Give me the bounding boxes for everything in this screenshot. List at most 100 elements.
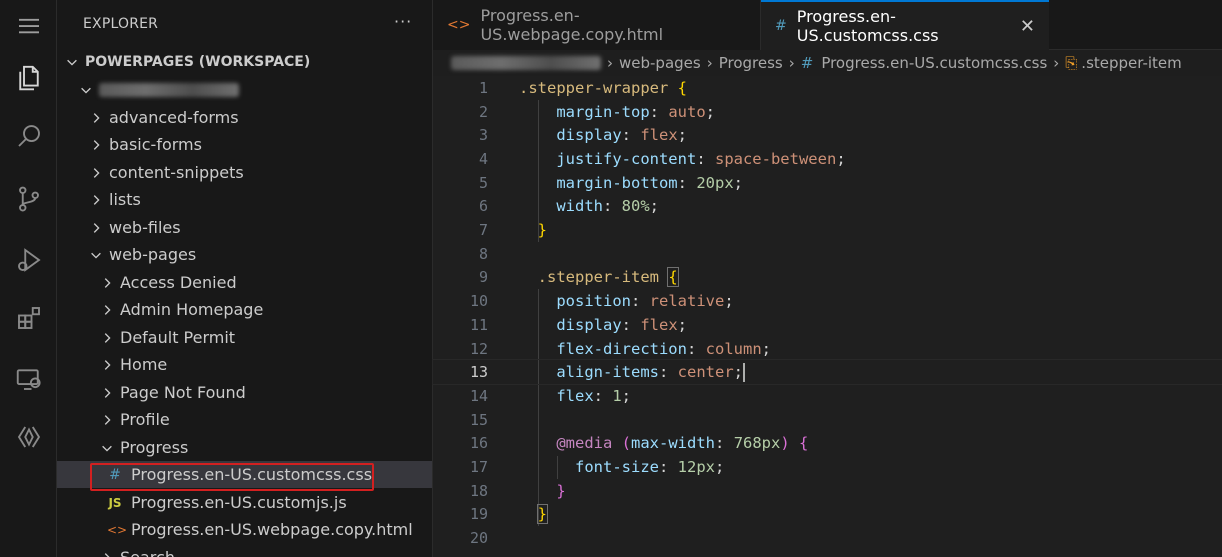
tree-folder[interactable]: Progress — [57, 434, 432, 461]
chevron-right-icon — [89, 111, 103, 125]
tree-folder-root[interactable] — [57, 76, 432, 103]
code-text: width: 80%; — [556, 197, 660, 216]
run-debug-icon[interactable] — [0, 236, 57, 284]
tree-label: Progress.en-US.webpage.copy.html — [131, 520, 413, 539]
line-number: 11 — [469, 315, 488, 334]
code-line: 8 — [433, 242, 1222, 266]
tree-folder[interactable]: advanced-forms — [57, 104, 432, 131]
tree-label: Admin Homepage — [120, 300, 264, 319]
line-number: 4 — [478, 149, 488, 168]
explorer-icon[interactable] — [0, 54, 57, 102]
tree-file-html[interactable]: <> Progress.en-US.webpage.copy.html — [57, 516, 432, 543]
line-number: 2 — [478, 102, 488, 121]
code-editor[interactable]: 1 .stepper-wrapper { 2 margin-top: auto;… — [432, 76, 1222, 557]
tree-folder[interactable]: Home — [57, 351, 432, 378]
menu-icon[interactable] — [0, 2, 57, 50]
text-cursor — [743, 362, 745, 382]
code-line: 5 margin-bottom: 20px; — [433, 171, 1222, 195]
tree-folder[interactable]: basic-forms — [57, 131, 432, 158]
line-number: 3 — [478, 126, 488, 145]
chevron-right-icon — [89, 138, 103, 152]
tree-label: Page Not Found — [120, 383, 246, 402]
js-file-icon: JS — [108, 495, 122, 510]
search-icon[interactable] — [0, 112, 57, 160]
code-text: .stepper-item { — [537, 267, 679, 288]
more-actions-icon[interactable]: ··· — [394, 12, 412, 31]
code-line: 2 margin-top: auto; — [433, 100, 1222, 124]
tree-label: advanced-forms — [109, 108, 239, 127]
tree-folder[interactable]: Default Permit — [57, 324, 432, 351]
close-icon[interactable]: ✕ — [1020, 16, 1035, 37]
remote-explorer-icon[interactable] — [0, 355, 57, 403]
tree-label: Progress.en-US.customjs.js — [131, 493, 347, 512]
line-number: 9 — [478, 268, 488, 287]
line-number: 14 — [469, 386, 488, 405]
line-number: 12 — [469, 339, 488, 358]
tab-label: Progress.en-US.webpage.copy.html — [480, 6, 664, 44]
tab-css-file[interactable]: # Progress.en-US.customcss.css ✕ — [761, 0, 1049, 50]
code-line: 15 — [433, 408, 1222, 432]
breadcrumb-item[interactable]: web-pages — [619, 54, 701, 72]
workspace-header[interactable]: POWERPAGES (WORKSPACE) — [57, 48, 432, 75]
code-text: @media (max-width: 768px) { — [556, 434, 809, 453]
chevron-right-icon — [100, 358, 114, 372]
line-number: 16 — [469, 434, 488, 453]
tree-folder[interactable]: Page Not Found — [57, 379, 432, 406]
tree-label: Default Permit — [120, 328, 236, 347]
line-number: 17 — [469, 458, 488, 477]
tree-label: content-snippets — [109, 163, 244, 182]
code-line: 16 @media (max-width: 768px) { — [433, 432, 1222, 456]
code-line: 20 — [433, 526, 1222, 550]
code-line: 17 font-size: 12px; — [433, 455, 1222, 479]
tree-folder[interactable]: lists — [57, 186, 432, 213]
redacted-breadcrumb — [451, 56, 601, 70]
code-text: justify-content: space-between; — [556, 149, 846, 168]
tab-html-file[interactable]: <> Progress.en-US.webpage.copy.html — [433, 0, 761, 50]
line-number: 7 — [478, 221, 488, 240]
code-line: 1 .stepper-wrapper { — [433, 76, 1222, 100]
tree-folder[interactable]: Access Denied — [57, 269, 432, 296]
breadcrumb-item[interactable]: Progress.en-US.customcss.css — [821, 54, 1047, 72]
tree-label: lists — [109, 190, 141, 209]
source-control-icon[interactable] — [0, 175, 57, 223]
line-number: 1 — [478, 78, 488, 97]
tree-label: basic-forms — [109, 135, 202, 154]
html-file-icon: <> — [447, 17, 471, 33]
code-line: 12 flex-direction: column; — [433, 337, 1222, 361]
chevron-right-icon — [100, 413, 114, 427]
breadcrumb-item[interactable]: .stepper-item — [1081, 54, 1181, 72]
extensions-icon[interactable] — [0, 294, 57, 342]
code-text: } — [536, 504, 549, 525]
tree-folder[interactable]: content-snippets — [57, 159, 432, 186]
code-text: position: relative; — [556, 292, 734, 311]
code-line: 4 justify-content: space-between; — [433, 147, 1222, 171]
tree-folder[interactable]: Profile — [57, 406, 432, 433]
code-text: font-size: 12px; — [575, 458, 725, 477]
css-file-icon: # — [800, 54, 814, 72]
tree-folder[interactable]: Search — [57, 544, 432, 557]
tree-label: Search — [120, 548, 175, 557]
tree-label: Home — [120, 355, 168, 374]
chevron-right-icon — [89, 166, 103, 180]
chevron-right-icon — [100, 331, 114, 345]
chevron-right-icon — [100, 303, 114, 317]
breadcrumb-item[interactable]: Progress — [719, 54, 783, 72]
tree-file-js[interactable]: JS Progress.en-US.customjs.js — [57, 489, 432, 516]
chevron-right-icon — [100, 276, 114, 290]
line-number: 15 — [469, 410, 488, 429]
power-platform-icon[interactable] — [0, 413, 57, 461]
code-line: 7 } — [433, 218, 1222, 242]
chevron-right-icon — [89, 221, 103, 235]
line-number: 6 — [478, 197, 488, 216]
chevron-right-icon: › — [788, 54, 795, 72]
workspace-label: POWERPAGES (WORKSPACE) — [85, 53, 311, 70]
code-line: 18 } — [433, 479, 1222, 503]
tree-folder[interactable]: web-files — [57, 214, 432, 241]
line-number: 18 — [469, 481, 488, 500]
tree-folder[interactable]: web-pages — [57, 241, 432, 268]
code-text: flex: 1; — [556, 386, 632, 405]
tree-folder[interactable]: Admin Homepage — [57, 296, 432, 323]
tab-label: Progress.en-US.customcss.css — [796, 7, 939, 45]
code-text: margin-top: auto; — [556, 102, 715, 121]
code-text: margin-bottom: 20px; — [556, 173, 743, 192]
